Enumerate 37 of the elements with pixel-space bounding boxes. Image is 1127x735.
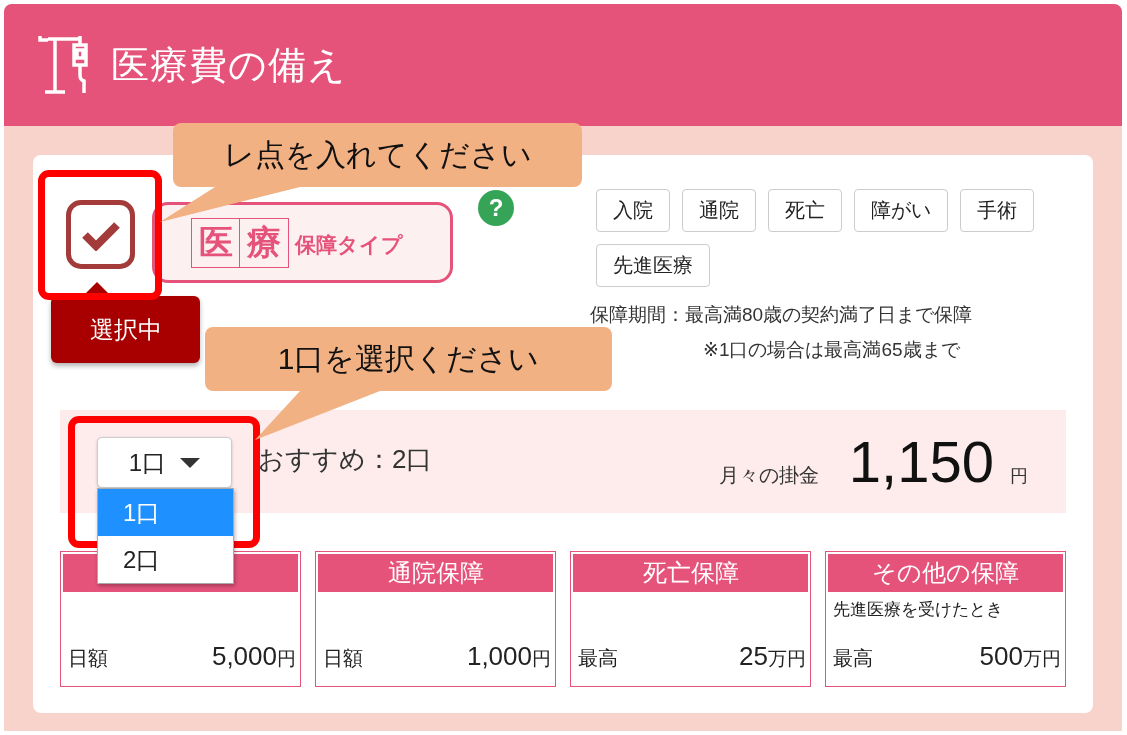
- premium-label: 月々の掛金: [718, 463, 819, 488]
- badge-label: 保障タイプ: [295, 231, 403, 258]
- card-header: その他の保障: [828, 554, 1063, 592]
- card-header: 死亡保障: [573, 554, 808, 592]
- unit-select[interactable]: 1口: [97, 437, 232, 488]
- amount-unit: 万円: [768, 648, 806, 671]
- page-title: 医療費の備え: [111, 42, 347, 88]
- amount-value: 500: [979, 641, 1023, 672]
- amount-value: 5,000: [211, 641, 277, 672]
- period-note: ※1口の場合は最高満65歳まで: [702, 338, 961, 362]
- amount-value: 1,000: [466, 641, 532, 672]
- coverage-tag: 先進医療: [596, 244, 710, 287]
- coverage-tag: 入院: [596, 189, 670, 232]
- amount-unit: 円: [277, 647, 296, 671]
- amount-label: 日額: [323, 646, 363, 671]
- dropdown-option[interactable]: 2口: [98, 536, 233, 583]
- coverage-tag: 死亡: [768, 189, 842, 232]
- badge-character: 療: [240, 217, 289, 268]
- amount-label: 最高: [578, 646, 618, 671]
- card-header: 通院保障: [318, 554, 553, 592]
- checkbox[interactable]: [66, 200, 135, 269]
- amount-label: 日額: [68, 646, 108, 671]
- coverage-tag: 障がい: [854, 189, 948, 232]
- caret-icon: [180, 457, 201, 468]
- amount-unit: 万円: [1023, 648, 1061, 671]
- premium-unit: 円: [1010, 465, 1028, 488]
- amount-unit: 円: [532, 647, 551, 671]
- badge-character: 医: [191, 217, 240, 268]
- amount-label: 最高: [833, 646, 873, 671]
- coverage-tag: 手術: [960, 189, 1034, 232]
- amount-value: 25: [739, 641, 768, 672]
- coverage-tag: 通院: [682, 189, 756, 232]
- premium-amount: 1,150: [848, 428, 994, 495]
- coverage-period: 保障期間：最高満80歳の契約満了日まで保障: [590, 303, 974, 327]
- recommendation-text: おすすめ：2口: [258, 443, 433, 476]
- card-note: 先進医療を受けたとき: [833, 599, 1004, 621]
- status-tooltip: 選択中: [51, 282, 200, 363]
